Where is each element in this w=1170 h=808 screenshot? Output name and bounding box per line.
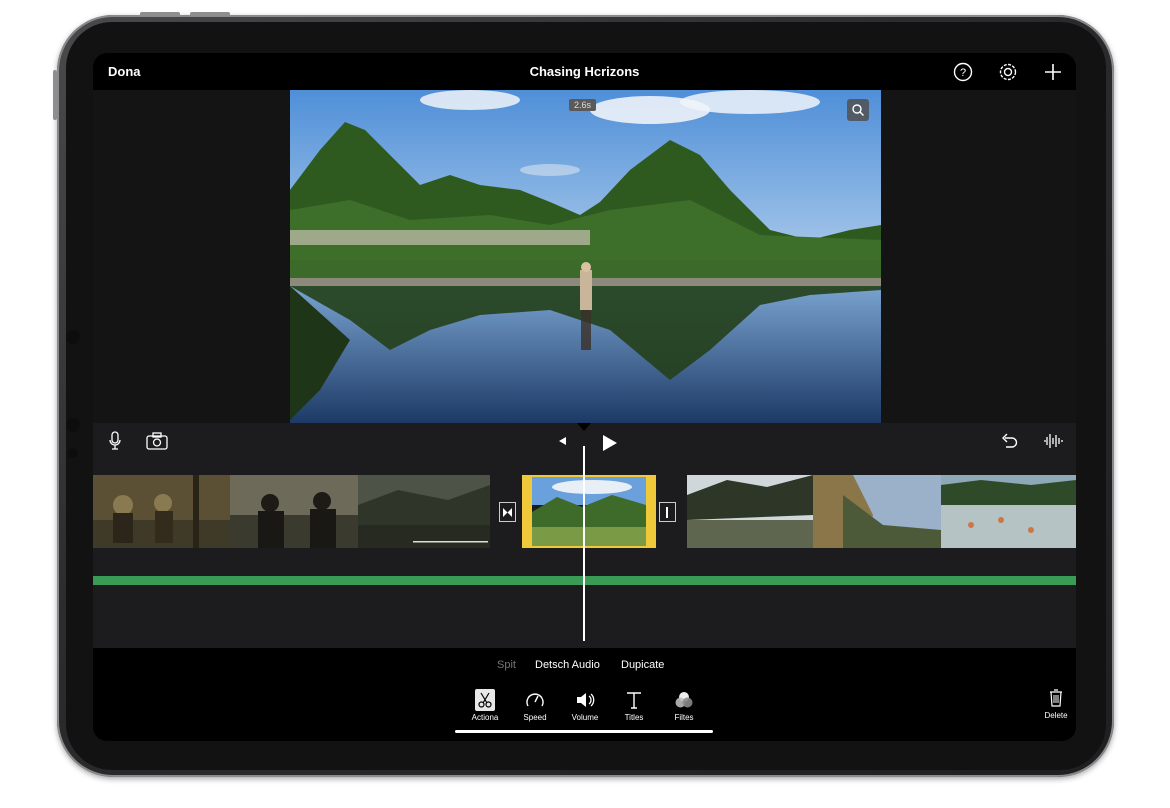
delete-button[interactable]: Delete xyxy=(1036,687,1076,720)
tab-label: Volume xyxy=(571,713,599,722)
split-action[interactable]: Spit xyxy=(497,659,516,671)
play-icon[interactable] xyxy=(598,432,620,454)
text-t-icon xyxy=(614,689,654,711)
tab-label: Speed xyxy=(523,713,547,722)
clip-thumbnail[interactable] xyxy=(813,475,941,548)
undo-icon[interactable] xyxy=(998,430,1020,452)
add-plus-icon[interactable] xyxy=(1043,62,1063,82)
audio-waveform-icon[interactable] xyxy=(1042,430,1064,452)
filters-circles-icon xyxy=(664,689,704,711)
detach-audio-action[interactable]: Detsch Audio xyxy=(535,659,600,671)
transition-button[interactable] xyxy=(659,502,676,522)
project-title: Chasing Hcrizons xyxy=(529,64,640,79)
clip-thumbnail[interactable] xyxy=(93,475,230,548)
clip-duration-badge: 2.6s xyxy=(569,99,597,111)
camera-dot xyxy=(66,330,80,344)
sensor-dot xyxy=(66,418,80,432)
clip-thumbnail[interactable] xyxy=(358,475,490,548)
tab-label: Titles xyxy=(624,713,644,722)
tab-actions[interactable]: Actiona xyxy=(465,689,505,722)
tab-speed[interactable]: Speed xyxy=(515,689,555,722)
clip-thumbnail[interactable] xyxy=(230,475,358,548)
clip-thumbnail[interactable] xyxy=(941,475,1076,548)
tab-volume[interactable]: Volume xyxy=(565,689,605,722)
duplicate-action[interactable]: Dupicate xyxy=(621,659,664,671)
playhead-cap xyxy=(577,423,591,431)
tab-titles[interactable]: Titles xyxy=(614,689,654,722)
selected-clip[interactable] xyxy=(522,475,656,548)
sensor-dot-2 xyxy=(68,448,78,458)
trash-icon xyxy=(1036,687,1076,709)
camera-icon[interactable] xyxy=(146,430,168,452)
tab-filters[interactable]: Filtes xyxy=(664,689,704,722)
zoom-magnifier-icon[interactable] xyxy=(847,99,869,121)
svg-text:?: ? xyxy=(960,67,966,79)
marker-left-icon[interactable] xyxy=(551,430,573,452)
microphone-icon[interactable] xyxy=(104,430,126,452)
help-icon[interactable]: ? xyxy=(953,62,973,82)
clip-thumbnail[interactable] xyxy=(687,475,813,548)
top-button-left xyxy=(140,12,180,16)
settings-gear-icon[interactable] xyxy=(998,62,1018,82)
side-button xyxy=(53,70,57,120)
app-screen: Dona Chasing Hcrizons ? 2.6s Spit Detsch… xyxy=(93,53,1076,741)
transition-button[interactable] xyxy=(499,502,516,522)
scissors-icon xyxy=(475,689,495,711)
home-indicator xyxy=(455,730,713,733)
video-preview[interactable] xyxy=(290,90,881,423)
top-bar: Dona Chasing Hcrizons ? xyxy=(93,53,1076,90)
speaker-icon xyxy=(565,689,605,711)
tab-label: Actiona xyxy=(471,713,499,722)
playhead[interactable] xyxy=(583,446,585,641)
top-button-right xyxy=(190,12,230,16)
delete-label: Delete xyxy=(1044,711,1068,720)
speedometer-icon xyxy=(515,689,555,711)
tab-label: Filtes xyxy=(674,713,694,722)
